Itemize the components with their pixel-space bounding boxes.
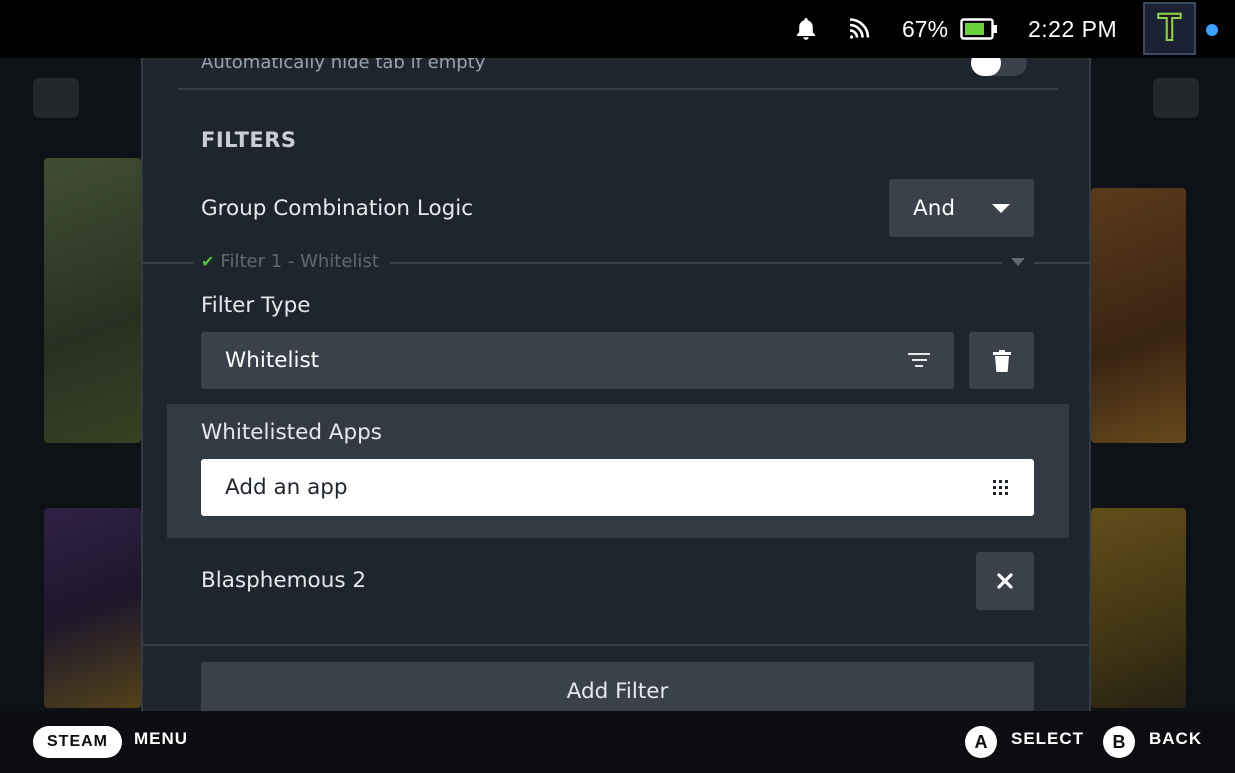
bell-icon[interactable] [795,0,817,58]
filters-section-title: FILTERS [201,128,297,152]
delete-filter-button[interactable] [969,332,1034,389]
grid-icon [993,480,1008,495]
auto-hide-row: Automatically hide tab if empty [201,58,1031,90]
whitelisted-app-item: Blasphemous 2 [201,568,367,593]
select-hint: SELECT [1011,729,1085,748]
auto-hide-label: Automatically hide tab if empty [201,58,486,73]
status-bar: 67% 2:22 PM T [0,0,1235,58]
filter-icon [908,353,930,369]
battery-icon [960,0,998,58]
filter-1-legend-text: Filter 1 - Whitelist [220,251,379,272]
b-button-icon: B [1103,726,1135,758]
b-glyph: B [1112,731,1126,752]
filter-type-value: Whitelist [225,348,320,373]
wifi-icon [847,0,871,58]
battery-percent: 67% [902,15,949,42]
toggle-knob [971,58,1001,76]
a-button-icon: A [965,726,997,758]
collapse-caret-icon[interactable] [1011,258,1025,266]
fieldset-border-end [1034,262,1089,264]
bottom-hint-bar: STEAM MENU A SELECT B BACK [0,711,1235,773]
avatar[interactable]: T [1143,2,1196,55]
fieldset-border-left [143,262,193,264]
background-l1-button [33,78,79,118]
close-icon [997,573,1013,589]
steam-button[interactable]: STEAM [33,726,122,758]
filter-type-label: Filter Type [201,293,311,318]
add-filter-label: Add Filter [566,678,669,704]
background-game-card [44,158,141,443]
menu-hint: MENU [134,729,189,748]
online-status-dot [1206,24,1218,36]
check-icon: ✔ [201,252,215,271]
background-r1-button [1153,78,1199,118]
background-game-card [1091,508,1186,708]
group-logic-value: And [913,195,955,221]
back-hint: BACK [1149,729,1203,748]
chevron-down-icon [992,204,1010,213]
add-app-placeholder: Add an app [225,475,348,500]
fieldset-border-right [390,262,1002,264]
a-glyph: A [974,731,988,752]
remove-app-button[interactable] [976,552,1034,610]
group-logic-dropdown[interactable]: And [889,179,1034,237]
divider [178,88,1058,90]
add-filter-button[interactable]: Add Filter [201,662,1034,711]
filter-settings-panel: Automatically hide tab if empty FILTERS … [141,58,1091,711]
clock: 2:22 PM [1028,15,1118,42]
auto-hide-toggle[interactable] [971,58,1027,76]
filter-type-select[interactable]: Whitelist [201,332,954,389]
background-game-card [1091,188,1186,443]
whitelisted-apps-label: Whitelisted Apps [201,420,383,445]
background-game-card [44,508,141,708]
divider [143,644,1089,646]
steam-label: STEAM [47,733,108,750]
group-logic-label: Group Combination Logic [201,196,474,221]
avatar-letter: T [1157,6,1182,50]
trash-icon [992,349,1011,372]
filter-1-legend[interactable]: ✔ Filter 1 - Whitelist [201,251,379,272]
add-app-input[interactable]: Add an app [201,459,1034,516]
